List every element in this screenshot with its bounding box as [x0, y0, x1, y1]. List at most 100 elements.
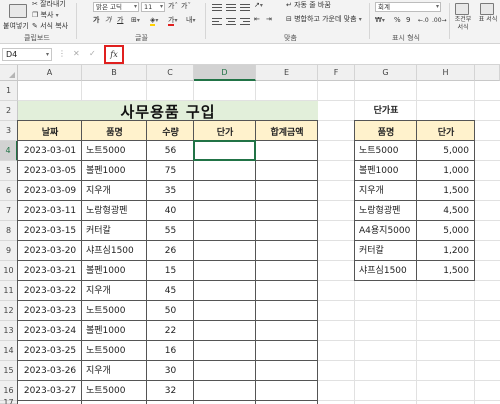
column-header-e[interactable]: E: [256, 65, 318, 81]
price-item-cell[interactable]: 노랑형광펜: [355, 201, 417, 221]
select-all-button[interactable]: [0, 65, 18, 81]
qty-cell[interactable]: 56: [147, 141, 194, 161]
price-column-title-1[interactable]: 품명: [355, 121, 417, 141]
copy-button[interactable]: ❐ 복사 ▾: [32, 10, 59, 20]
align-bottom-icon[interactable]: [240, 4, 250, 11]
row-header-2[interactable]: 2: [0, 101, 18, 121]
date-cell[interactable]: 2023-03-22: [18, 281, 82, 301]
price-item-cell[interactable]: 볼펜1000: [355, 161, 417, 181]
orientation-button[interactable]: ↗▾: [254, 1, 263, 10]
cut-button[interactable]: ✂ 잘라내기: [32, 0, 66, 9]
price-value-cell[interactable]: 1,200: [417, 241, 475, 261]
row-header-6[interactable]: 6: [0, 181, 18, 201]
date-cell[interactable]: 2023-03-24: [18, 321, 82, 341]
item-cell[interactable]: 샤프심1500: [82, 241, 147, 261]
row-header-11[interactable]: 11: [0, 281, 18, 301]
price-item-cell[interactable]: 지우개: [355, 181, 417, 201]
date-cell[interactable]: 2023-03-25: [18, 341, 82, 361]
italic-button[interactable]: 가: [105, 16, 111, 25]
price-table-title[interactable]: 단가표: [355, 101, 417, 121]
date-cell[interactable]: 2023-03-21: [18, 261, 82, 281]
merge-center-button[interactable]: ⊟ 병합하고 가운데 맞춤 ▾: [286, 15, 362, 24]
column-header-d[interactable]: D: [194, 65, 256, 81]
price-value-cell[interactable]: 1,500: [417, 261, 475, 281]
item-cell[interactable]: 노트5000: [82, 381, 147, 401]
price-value-cell[interactable]: 4,500: [417, 201, 475, 221]
font-name-combo[interactable]: 맑은 고딕 ▾: [93, 2, 139, 12]
row-header-12[interactable]: 12: [0, 301, 18, 321]
price-item-cell[interactable]: A4용지5000: [355, 221, 417, 241]
column-header-b[interactable]: B: [82, 65, 147, 81]
name-box[interactable]: D4 ▾: [2, 48, 52, 61]
font-color-button[interactable]: 가▾: [168, 16, 177, 26]
row-header-7[interactable]: 7: [0, 201, 18, 221]
item-cell[interactable]: 노트5000: [82, 141, 147, 161]
column-title-3[interactable]: 수량: [147, 121, 194, 141]
row-header-9[interactable]: 9: [0, 241, 18, 261]
row-header-5[interactable]: 5: [0, 161, 18, 181]
paste-button[interactable]: 붙여넣기: [3, 21, 29, 31]
wrap-text-button[interactable]: ↵ 자동 줄 바꿈: [286, 1, 331, 10]
row-header-8[interactable]: 8: [0, 221, 18, 241]
sheet-title[interactable]: 사무용품 구입: [18, 101, 318, 121]
row-header-15[interactable]: 15: [0, 361, 18, 381]
worksheet-grid[interactable]: A B C D E F G H 1 2 3 4 5 6 7 8 9 10 11 12 13 14 15 16 17 사무용품 구입…: [0, 65, 500, 404]
phonetic-button[interactable]: 내▾: [186, 16, 195, 25]
qty-cell[interactable]: 45: [147, 281, 194, 301]
price-value-cell[interactable]: 5,000: [417, 141, 475, 161]
font-size-combo[interactable]: 11 ▾: [141, 2, 165, 12]
grow-font-button[interactable]: 가ˆ: [168, 2, 178, 11]
bold-button[interactable]: 가: [93, 16, 99, 25]
column-header-f[interactable]: F: [318, 65, 355, 81]
date-cell[interactable]: 2023-03-05: [18, 161, 82, 181]
paste-icon[interactable]: [9, 4, 27, 18]
column-title-5[interactable]: 합계금액: [256, 121, 318, 141]
column-title-4[interactable]: 단가: [194, 121, 256, 141]
price-item-cell[interactable]: 커터칼: [355, 241, 417, 261]
column-header-h[interactable]: H: [417, 65, 475, 81]
align-center-icon[interactable]: [226, 18, 236, 25]
item-cell[interactable]: 볼펜1000: [82, 321, 147, 341]
underline-button[interactable]: 가: [117, 16, 123, 25]
item-cell[interactable]: 지우개: [82, 181, 147, 201]
qty-cell[interactable]: 75: [147, 161, 194, 181]
increase-indent-button[interactable]: ⇥: [266, 15, 272, 24]
item-cell[interactable]: 노랑형광펜: [82, 201, 147, 221]
qty-cell[interactable]: 32: [147, 381, 194, 401]
item-cell[interactable]: 볼펜1000: [82, 261, 147, 281]
fill-color-button[interactable]: ◈▾: [150, 16, 158, 26]
formula-input[interactable]: [128, 48, 498, 61]
align-top-icon[interactable]: [212, 4, 222, 11]
align-left-icon[interactable]: [212, 18, 222, 25]
qty-cell[interactable]: 16: [147, 341, 194, 361]
row-header-13[interactable]: 13: [0, 321, 18, 341]
item-cell[interactable]: 지우개: [82, 361, 147, 381]
column-header-c[interactable]: C: [147, 65, 194, 81]
row-header-14[interactable]: 14: [0, 341, 18, 361]
date-cell[interactable]: 2023-03-27: [18, 381, 82, 401]
accounting-format-button[interactable]: ₩▾: [375, 16, 385, 25]
format-as-table-button[interactable]: 표 서식: [478, 16, 498, 24]
price-item-cell[interactable]: 샤프심1500: [355, 261, 417, 281]
row-header-3[interactable]: 3: [0, 121, 18, 141]
align-right-icon[interactable]: [240, 18, 250, 25]
qty-cell[interactable]: 40: [147, 201, 194, 221]
conditional-format-button[interactable]: 조건부 서식: [452, 16, 474, 32]
percent-button[interactable]: %: [394, 16, 401, 25]
conditional-format-icon[interactable]: [455, 3, 469, 15]
price-column-title-2[interactable]: 단가: [417, 121, 475, 141]
date-cell[interactable]: 2023-03-26: [18, 361, 82, 381]
comma-button[interactable]: 9: [406, 16, 410, 25]
date-cell[interactable]: 2023-03-15: [18, 221, 82, 241]
price-item-cell[interactable]: 노트5000: [355, 141, 417, 161]
decrease-indent-button[interactable]: ⇤: [254, 15, 260, 24]
border-button[interactable]: ⊞▾: [131, 16, 140, 25]
date-cell[interactable]: 2023-03-20: [18, 241, 82, 261]
shrink-font-button[interactable]: 가ˇ: [181, 2, 191, 11]
item-cell[interactable]: 커터칼: [82, 221, 147, 241]
qty-cell[interactable]: 15: [147, 261, 194, 281]
date-cell[interactable]: 2023-03-01: [18, 141, 82, 161]
column-title-2[interactable]: 품명: [82, 121, 147, 141]
align-middle-icon[interactable]: [226, 4, 236, 11]
item-cell[interactable]: 지우개: [82, 281, 147, 301]
